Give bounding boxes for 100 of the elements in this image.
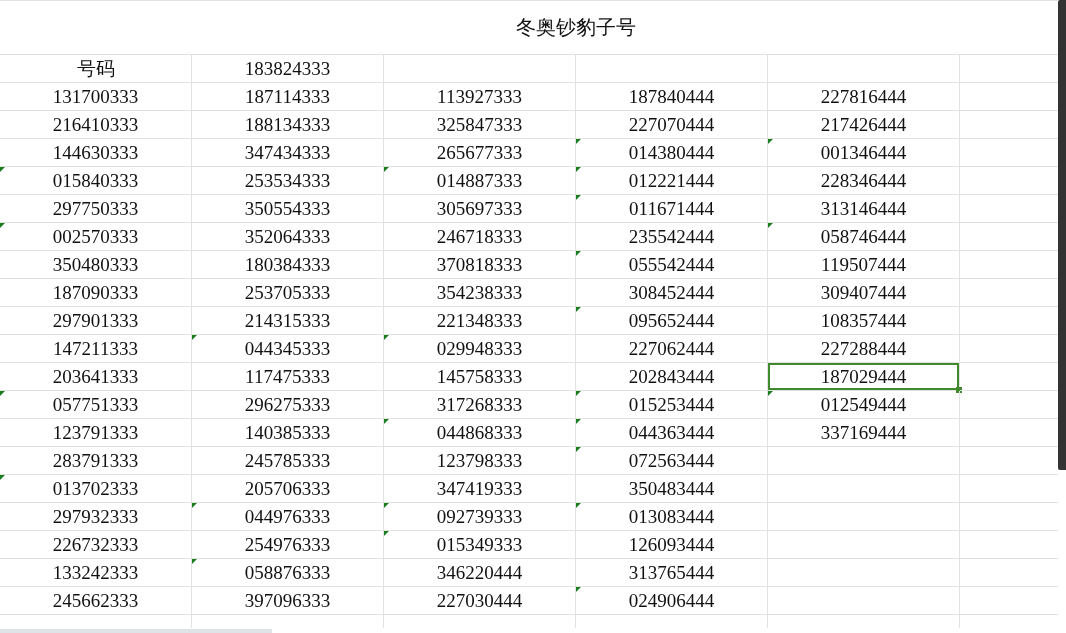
table-cell[interactable]: 245785333 [192, 447, 384, 475]
table-cell[interactable]: 092739333 [384, 503, 576, 531]
table-cell[interactable]: 055542444 [576, 251, 768, 279]
table-cell[interactable]: 296275333 [192, 391, 384, 419]
table-cell[interactable]: 205706333 [192, 475, 384, 503]
table-cell[interactable]: 133242333 [0, 559, 192, 587]
table-cell[interactable]: 126093444 [576, 531, 768, 559]
table-cell[interactable]: 140385333 [192, 419, 384, 447]
table-cell[interactable]: 313765444 [576, 559, 768, 587]
table-cell[interactable]: 058876333 [192, 559, 384, 587]
table-cell[interactable]: 095652444 [576, 307, 768, 335]
table-cell[interactable]: 044868333 [384, 419, 576, 447]
table-cell[interactable]: 011671444 [576, 195, 768, 223]
empty-cell[interactable] [384, 55, 576, 83]
table-cell[interactable]: 217426444 [768, 111, 960, 139]
table-cell[interactable]: 317268333 [384, 391, 576, 419]
table-cell[interactable]: 001346444 [768, 139, 960, 167]
table-cell[interactable]: 297932333 [0, 503, 192, 531]
table-cell[interactable]: 188134333 [192, 111, 384, 139]
table-cell[interactable]: 309407444 [768, 279, 960, 307]
table-cell[interactable]: 108357444 [768, 307, 960, 335]
table-cell[interactable]: 297750333 [0, 195, 192, 223]
empty-cell[interactable] [768, 503, 960, 531]
table-cell[interactable]: 227816444 [768, 83, 960, 111]
table-cell[interactable]: 352064333 [192, 223, 384, 251]
table-cell[interactable]: 253534333 [192, 167, 384, 195]
table-cell[interactable]: 012221444 [576, 167, 768, 195]
table-cell[interactable]: 131700333 [0, 83, 192, 111]
table-cell[interactable]: 147211333 [0, 335, 192, 363]
table-cell[interactable]: 044345333 [192, 335, 384, 363]
table-cell[interactable]: 203641333 [0, 363, 192, 391]
table-cell[interactable]: 227070444 [576, 111, 768, 139]
table-cell[interactable]: 221348333 [384, 307, 576, 335]
table-cell[interactable]: 370818333 [384, 251, 576, 279]
table-cell[interactable]: 347434333 [192, 139, 384, 167]
table-cell[interactable]: 044976333 [192, 503, 384, 531]
empty-cell[interactable] [768, 447, 960, 475]
table-cell[interactable]: 015349333 [384, 531, 576, 559]
vertical-scrollbar[interactable] [1058, 0, 1066, 470]
table-cell[interactable]: 245662333 [0, 587, 192, 615]
table-cell[interactable]: 180384333 [192, 251, 384, 279]
empty-cell[interactable] [768, 559, 960, 587]
table-cell[interactable]: 123791333 [0, 419, 192, 447]
table-cell[interactable]: 024906444 [576, 587, 768, 615]
table-cell[interactable]: 187029444 [768, 363, 960, 391]
table-cell[interactable]: 235542444 [576, 223, 768, 251]
table-cell[interactable]: 265677333 [384, 139, 576, 167]
table-cell[interactable]: 057751333 [0, 391, 192, 419]
table-cell[interactable]: 253705333 [192, 279, 384, 307]
table-cell[interactable]: 123798333 [384, 447, 576, 475]
table-cell[interactable]: 014380444 [576, 139, 768, 167]
table-cell[interactable]: 350483444 [576, 475, 768, 503]
table-cell[interactable]: 354238333 [384, 279, 576, 307]
empty-cell[interactable] [576, 55, 768, 83]
table-cell[interactable]: 246718333 [384, 223, 576, 251]
empty-cell[interactable] [768, 587, 960, 615]
fill-handle[interactable] [956, 387, 962, 393]
table-cell[interactable]: 187114333 [192, 83, 384, 111]
table-cell[interactable]: 117475333 [192, 363, 384, 391]
table-cell[interactable]: 187090333 [0, 279, 192, 307]
table-cell[interactable]: 044363444 [576, 419, 768, 447]
table-cell[interactable]: 012549444 [768, 391, 960, 419]
table-cell[interactable]: 397096333 [192, 587, 384, 615]
table-cell[interactable]: 113927333 [384, 83, 576, 111]
table-cell[interactable]: 015253444 [576, 391, 768, 419]
table-cell[interactable]: 350480333 [0, 251, 192, 279]
table-cell[interactable]: 254976333 [192, 531, 384, 559]
table-cell[interactable]: 号码 [0, 55, 192, 83]
table-cell[interactable]: 227062444 [576, 335, 768, 363]
empty-cell[interactable] [768, 475, 960, 503]
table-cell[interactable]: 308452444 [576, 279, 768, 307]
table-cell[interactable]: 202843444 [576, 363, 768, 391]
table-cell[interactable]: 058746444 [768, 223, 960, 251]
horizontal-scrollbar[interactable] [0, 629, 272, 633]
table-cell[interactable]: 013702333 [0, 475, 192, 503]
table-cell[interactable]: 187840444 [576, 83, 768, 111]
table-cell[interactable]: 347419333 [384, 475, 576, 503]
table-cell[interactable]: 145758333 [384, 363, 576, 391]
table-cell[interactable]: 014887333 [384, 167, 576, 195]
table-cell[interactable]: 226732333 [0, 531, 192, 559]
table-cell[interactable]: 119507444 [768, 251, 960, 279]
empty-cell[interactable] [768, 55, 960, 83]
table-cell[interactable]: 228346444 [768, 167, 960, 195]
table-cell[interactable]: 015840333 [0, 167, 192, 195]
table-cell[interactable]: 029948333 [384, 335, 576, 363]
table-cell[interactable]: 072563444 [576, 447, 768, 475]
table-cell[interactable]: 337169444 [768, 419, 960, 447]
table-cell[interactable]: 227030444 [384, 587, 576, 615]
table-cell[interactable]: 002570333 [0, 223, 192, 251]
table-cell[interactable]: 144630333 [0, 139, 192, 167]
table-cell[interactable]: 325847333 [384, 111, 576, 139]
table-cell[interactable]: 313146444 [768, 195, 960, 223]
table-cell[interactable]: 283791333 [0, 447, 192, 475]
table-cell[interactable]: 227288444 [768, 335, 960, 363]
table-cell[interactable]: 214315333 [192, 307, 384, 335]
table-cell[interactable]: 350554333 [192, 195, 384, 223]
table-cell[interactable]: 346220444 [384, 559, 576, 587]
table-cell[interactable]: 305697333 [384, 195, 576, 223]
table-cell[interactable]: 013083444 [576, 503, 768, 531]
empty-cell[interactable] [768, 531, 960, 559]
